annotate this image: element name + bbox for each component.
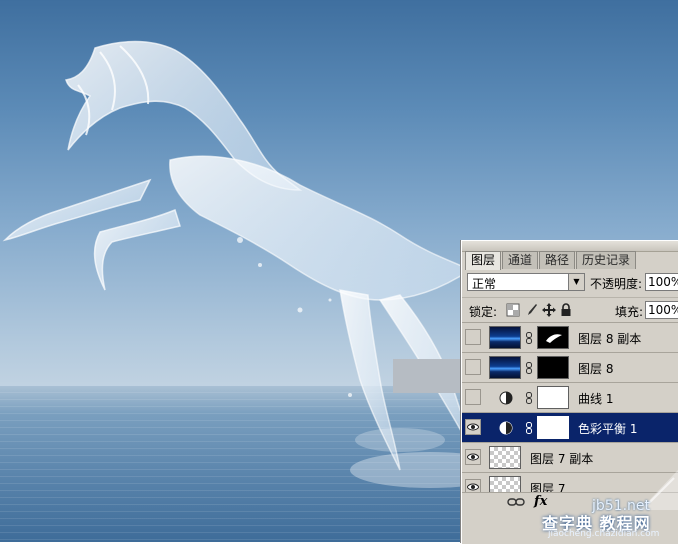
- opacity-input[interactable]: 100%: [645, 273, 678, 291]
- lock-all-icon[interactable]: [559, 303, 573, 317]
- layer-name[interactable]: 图层 7: [530, 480, 565, 492]
- lock-move-icon[interactable]: [542, 303, 556, 317]
- lock-label: 锁定:: [469, 305, 498, 319]
- layer-mask-thumbnail: [537, 326, 569, 349]
- adjustment-layer-icon: [499, 391, 513, 405]
- lock-fill-row: 锁定: 填充: 100%: [462, 297, 678, 322]
- layers-list: 图层 8 副本 图层 8 曲线 1 色彩平衡 1 图层 7 副本 图层 7: [462, 322, 678, 492]
- visibility-toggle[interactable]: [465, 329, 481, 345]
- tab-layers[interactable]: 图层: [465, 251, 502, 270]
- chain-link-icon[interactable]: [526, 332, 532, 344]
- eye-icon: [467, 453, 479, 461]
- tab-history[interactable]: 历史记录: [576, 251, 637, 269]
- chain-link-icon[interactable]: [526, 392, 532, 404]
- watermark-url: jiaocheng.chazidian.com: [548, 529, 660, 539]
- visibility-toggle[interactable]: [465, 449, 481, 465]
- fill-input[interactable]: 100%: [645, 301, 678, 319]
- layer-thumbnail: [489, 476, 521, 492]
- layer-thumbnail: [489, 326, 521, 349]
- tab-paths[interactable]: 路径: [539, 251, 576, 269]
- blend-opacity-row: 正常 ▼ 不透明度: 100%: [462, 271, 678, 295]
- lock-transparency-icon[interactable]: [506, 303, 520, 317]
- opacity-label: 不透明度:: [590, 277, 643, 291]
- adjustment-layer-icon: [499, 421, 513, 435]
- link-layers-icon[interactable]: [507, 497, 525, 507]
- blend-mode-select[interactable]: 正常 ▼: [467, 273, 585, 291]
- layer-thumbnail: [489, 446, 521, 469]
- layer-mask-thumbnail: [537, 356, 569, 379]
- layer-name[interactable]: 曲线 1: [578, 390, 613, 407]
- layer-row[interactable]: 图层 7 副本: [462, 442, 678, 472]
- visibility-toggle[interactable]: [465, 419, 481, 435]
- eye-icon: [467, 483, 479, 491]
- chevron-down-icon[interactable]: ▼: [568, 274, 584, 290]
- chain-link-icon[interactable]: [526, 422, 532, 434]
- layer-row[interactable]: 曲线 1: [462, 382, 678, 412]
- layer-name[interactable]: 图层 8 副本: [578, 330, 641, 347]
- layer-mask-thumbnail: [537, 386, 569, 409]
- layer-name[interactable]: 图层 7 副本: [530, 450, 593, 467]
- layer-mask-thumbnail: [537, 416, 569, 439]
- layer-row[interactable]: 图层 8: [462, 352, 678, 382]
- layer-name[interactable]: 图层 8: [578, 360, 613, 377]
- layer-name[interactable]: 色彩平衡 1: [578, 420, 637, 437]
- lock-brush-icon[interactable]: [524, 303, 538, 317]
- fill-label: 填充:: [615, 305, 644, 319]
- visibility-toggle[interactable]: [465, 479, 481, 492]
- layer-thumbnail: [489, 356, 521, 379]
- visibility-toggle[interactable]: [465, 359, 481, 375]
- tab-channels[interactable]: 通道: [502, 251, 539, 269]
- panel-tabs: 图层 通道 路径 历史记录: [465, 251, 637, 270]
- chain-link-icon[interactable]: [526, 362, 532, 374]
- layer-row[interactable]: 图层 8 副本: [462, 322, 678, 352]
- blend-mode-value: 正常: [472, 277, 497, 291]
- visibility-toggle[interactable]: [465, 389, 481, 405]
- eye-icon: [467, 423, 479, 431]
- layer-style-fx-icon[interactable]: fx: [534, 494, 547, 509]
- layer-row-selected[interactable]: 色彩平衡 1: [462, 412, 678, 442]
